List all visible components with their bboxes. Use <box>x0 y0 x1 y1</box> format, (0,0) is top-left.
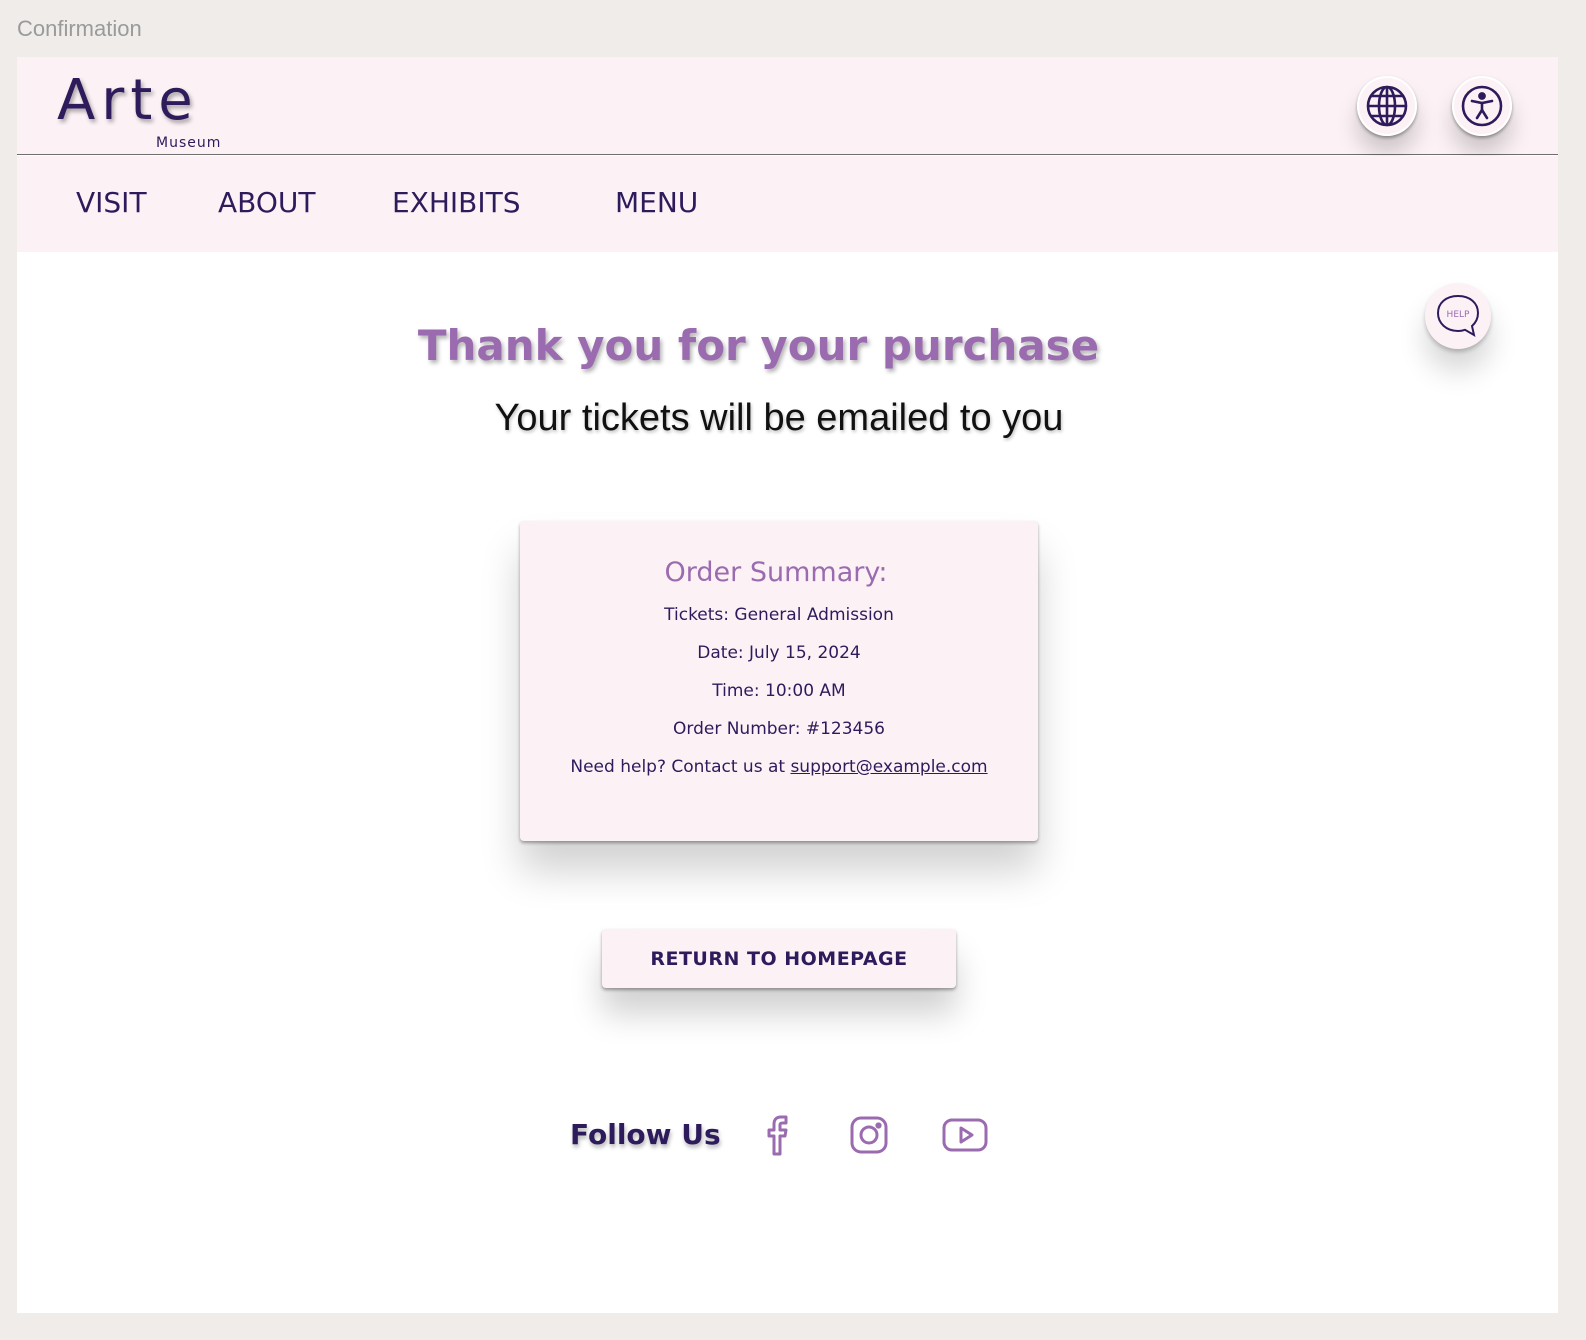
nav-item-exhibits[interactable]: EXHIBITS <box>392 186 521 219</box>
support-email-link[interactable]: support@example.com <box>790 757 987 777</box>
summary-date: Date: July 15, 2024 <box>697 643 861 663</box>
logo[interactable]: Arte Museum <box>57 67 220 151</box>
main-nav: VISIT ABOUT EXHIBITS MENU <box>17 156 1558 252</box>
summary-tickets: Tickets: General Admission <box>664 605 894 625</box>
summary-help-text: Need help? Contact us at <box>570 757 786 777</box>
order-summary-title: Order Summary: <box>664 557 888 588</box>
site-header: Arte Museum <box>17 57 1558 155</box>
summary-order-number: Order Number: #123456 <box>673 719 885 739</box>
youtube-link[interactable] <box>941 1113 989 1161</box>
facebook-link[interactable] <box>762 1113 792 1161</box>
page-subtitle: Your tickets will be emailed to you <box>494 397 1064 439</box>
order-summary-card: Order Summary: Tickets: General Admissio… <box>520 521 1038 841</box>
page-title: Thank you for your purchase <box>417 321 1100 370</box>
globe-icon <box>1366 85 1408 127</box>
youtube-icon <box>942 1118 988 1152</box>
window-title: Confirmation <box>17 16 142 41</box>
accessibility-button[interactable] <box>1452 76 1512 136</box>
summary-help-line: Need help? Contact us at support@example… <box>520 757 1038 777</box>
follow-us-label: Follow Us <box>570 1118 721 1151</box>
help-label: HELP <box>1447 310 1470 320</box>
logo-wordmark: Arte <box>57 68 199 133</box>
nav-item-menu[interactable]: MENU <box>615 186 698 219</box>
instagram-icon <box>850 1116 888 1154</box>
instagram-link[interactable] <box>849 1113 889 1161</box>
nav-item-visit[interactable]: VISIT <box>76 186 147 219</box>
summary-time: Time: 10:00 AM <box>712 681 846 701</box>
confirmation-page: Arte Museum VISIT ABOUT EXHIBITS MENU HE… <box>17 57 1558 1313</box>
nav-item-about[interactable]: ABOUT <box>218 186 316 219</box>
facebook-icon <box>767 1115 788 1156</box>
accessibility-icon <box>1461 85 1503 127</box>
language-button[interactable] <box>1357 76 1417 136</box>
return-homepage-button[interactable]: RETURN TO HOMEPAGE <box>602 929 956 988</box>
logo-subtitle: Museum <box>156 135 222 151</box>
